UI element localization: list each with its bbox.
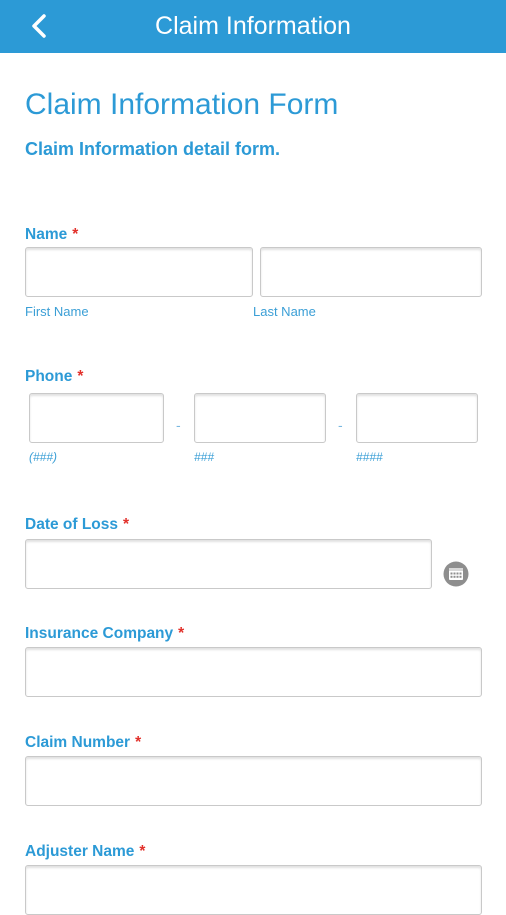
phone-line-sublabel: #### [356,450,383,464]
app-header: Claim Information [0,0,506,53]
back-button[interactable] [26,12,54,40]
required-marker: * [77,368,84,385]
first-name-input[interactable] [25,247,253,297]
date-of-loss-input[interactable] [25,539,432,589]
name-label: Name * [25,226,79,243]
page-header-title: Claim Information [155,12,351,40]
last-name-input[interactable] [260,247,482,297]
phone-separator: - [176,417,181,433]
phone-prefix-sublabel: ### [194,450,215,464]
form-subtitle: Claim Information detail form. [25,139,281,159]
calendar-icon [443,561,469,587]
chevron-left-icon [32,14,46,38]
phone-prefix-input[interactable] [194,393,326,443]
required-marker: * [178,625,185,642]
last-name-sublabel: Last Name [253,304,316,319]
phone-area-sublabel: (###) [29,450,58,464]
adjuster-name-label: Adjuster Name * [25,843,146,860]
phone-line-number-input[interactable] [356,393,478,443]
phone-separator: - [338,417,343,433]
phone-label: Phone * [25,368,84,385]
first-name-sublabel: First Name [25,304,89,319]
insurance-company-label: Insurance Company * [25,625,185,642]
required-marker: * [139,843,146,860]
required-marker: * [135,734,142,751]
calendar-button[interactable] [443,561,469,587]
date-of-loss-label: Date of Loss * [25,516,130,533]
claim-number-input[interactable] [25,756,482,806]
claim-number-label: Claim Number * [25,734,142,751]
form-title: Claim Information Form [25,88,339,121]
adjuster-name-input[interactable] [25,865,482,915]
required-marker: * [72,226,79,243]
insurance-company-input[interactable] [25,647,482,697]
phone-area-code-input[interactable] [29,393,164,443]
required-marker: * [123,516,130,533]
